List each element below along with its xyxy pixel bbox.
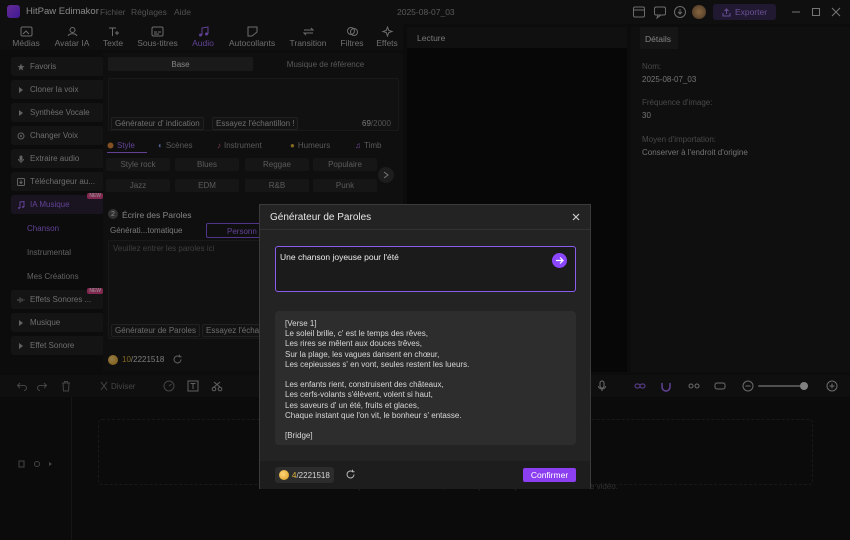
lyrics-blank-line <box>285 370 566 380</box>
lyrics-line: Les saveurs d' un été, fruits et glaces, <box>285 400 420 410</box>
close-icon[interactable] <box>570 211 582 223</box>
lyrics-line: Les cepieusses s' en vont, seules resten… <box>285 359 470 369</box>
generated-lyrics: [Verse 1] Le soleil brille, c' est le tem… <box>275 311 576 445</box>
lyrics-line: Chaque instant que l'on vit, le bonheur … <box>285 410 462 420</box>
dialog-title: Générateur de Paroles <box>270 212 372 223</box>
lyrics-line: Les cerfs-volants s'élèvent, volent si h… <box>285 390 433 400</box>
lyrics-line: Sur la plage, les vagues dansent en chœu… <box>285 349 440 359</box>
lyrics-line: [Verse 1] <box>285 319 317 328</box>
coin-icon <box>279 470 289 480</box>
refresh-icon[interactable] <box>345 469 356 480</box>
lyrics-generator-dialog: Générateur de Paroles Une chanson joyeus… <box>259 204 591 489</box>
credits-display: 4/2221518 <box>275 467 334 483</box>
dialog-footer: 4/2221518 Confirmer <box>260 461 590 489</box>
credits-total: /2221518 <box>296 470 330 480</box>
lyrics-line: Les rires se mêlent aux douces trêves, <box>285 339 422 349</box>
send-button[interactable] <box>552 253 567 268</box>
prompt-text: Une chanson joyeuse pour l'été <box>280 252 399 262</box>
lyrics-line: Le soleil brille, c' est le temps des rê… <box>285 329 428 339</box>
dialog-divider <box>260 229 590 230</box>
lyrics-prompt-input[interactable]: Une chanson joyeuse pour l'été <box>275 246 576 292</box>
lyrics-line: [Bridge] <box>285 431 313 441</box>
arrow-right-icon <box>556 257 564 264</box>
lyrics-line: Les enfants rient, construisent des chât… <box>285 380 444 390</box>
confirm-button[interactable]: Confirmer <box>523 468 576 482</box>
lyrics-blank-line <box>285 421 566 431</box>
